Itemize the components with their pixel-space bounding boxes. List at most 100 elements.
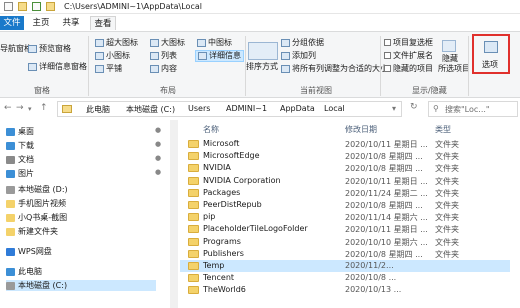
up-arrow-icon[interactable]: ↑	[40, 103, 48, 113]
nav-item-downloads[interactable]: 下载	[6, 140, 34, 151]
crumb-drive-c[interactable]: 本地磁盘 (C:)	[126, 104, 175, 115]
address-dropdown-icon[interactable]: ▾	[392, 104, 396, 113]
tab-view[interactable]: 查看	[90, 16, 116, 30]
forward-arrow-icon[interactable]: →	[16, 103, 24, 113]
pin-icon[interactable]: ●	[155, 126, 161, 134]
file-row[interactable]: NVIDIA 2020/10/8 星期四 ... 文件夹	[180, 162, 510, 174]
details-pane-button[interactable]: 详细信息窗格	[28, 62, 87, 72]
preview-pane-button[interactable]: 预览窗格	[28, 44, 71, 54]
folder-icon	[188, 188, 199, 197]
file-row[interactable]: TheWorld6 2020/10/13 ...	[180, 284, 510, 296]
file-row[interactable]: NVIDIA Corporation 2020/10/11 星期日 ... 文件夹	[180, 175, 510, 187]
options-label: 选项	[482, 60, 498, 69]
nav-label: 手机图片视频	[18, 199, 66, 208]
file-name: NVIDIA	[203, 163, 231, 173]
nav-label: 新建文件夹	[18, 227, 58, 236]
layout-content[interactable]: 内容	[150, 64, 177, 74]
search-icon: ⚲	[433, 104, 439, 113]
add-columns-button[interactable]: 添加列	[281, 51, 316, 61]
file-row[interactable]: PlaceholderTileLogoFolder 2020/10/11 星期日 …	[180, 223, 510, 235]
medium-icons-icon	[197, 38, 206, 47]
layout-list[interactable]: 列表	[150, 51, 177, 61]
nav-item-pictures[interactable]: 图片	[6, 168, 34, 179]
file-ext-toggle[interactable]: 文件扩展名	[384, 51, 433, 61]
drive-icon	[6, 185, 15, 194]
column-header-date[interactable]: 修改日期	[345, 124, 377, 135]
file-type: 文件夹	[435, 152, 459, 162]
details-pane-icon	[28, 62, 37, 71]
options-button[interactable]: 选项	[472, 34, 510, 74]
group-by-label: 分组依据	[292, 38, 324, 47]
folder-icon	[188, 274, 199, 283]
tab-share[interactable]: 共享	[60, 16, 82, 30]
nav-item-this-pc[interactable]: 此电脑	[6, 266, 42, 277]
quick-access-icon[interactable]	[4, 2, 13, 11]
pin-icon[interactable]: ●	[155, 154, 161, 162]
small-icons-label: 小图标	[106, 51, 130, 60]
crumb-appdata[interactable]: AppData	[280, 104, 315, 113]
pin-icon[interactable]: ●	[155, 168, 161, 176]
file-row[interactable]: Microsoft 2020/10/11 星期日 ... 文件夹	[180, 138, 510, 150]
nav-item-phone-media[interactable]: 手机图片视频	[6, 198, 66, 209]
nav-scrollbar[interactable]	[170, 120, 178, 308]
file-row[interactable]: Publishers 2020/10/8 星期四 ... 文件夹	[180, 248, 510, 260]
tab-home[interactable]: 主页	[30, 16, 52, 30]
column-header-name[interactable]: 名称	[203, 124, 219, 135]
layout-medium-icons[interactable]: 中图标	[197, 38, 232, 48]
nav-item-screenshots[interactable]: 小Q书桌-截图	[6, 212, 67, 223]
preview-pane-icon	[28, 44, 37, 53]
nav-item-wps-cloud[interactable]: WPS网盘	[6, 246, 52, 257]
column-header-type[interactable]: 类型	[435, 124, 451, 135]
item-checkbox-toggle[interactable]: 项目复选框	[384, 38, 433, 48]
nav-label: 图片	[18, 169, 34, 178]
file-row[interactable]: Programs 2020/10/10 星期六 ... 文件夹	[180, 236, 510, 248]
crumb-local[interactable]: Local	[324, 104, 345, 113]
file-row[interactable]: PeerDistRepub 2020/10/8 星期四 ... 文件夹	[180, 199, 510, 211]
folder-icon	[18, 2, 27, 11]
file-row[interactable]: MicrosoftEdge 2020/10/8 星期四 ... 文件夹	[180, 150, 510, 162]
pin-icon[interactable]: ●	[155, 140, 161, 148]
folder-icon	[188, 237, 199, 246]
address-bar[interactable]: 此电脑 本地磁盘 (C:) Users ADMINI~1 AppData Loc…	[57, 101, 402, 117]
file-type: 文件夹	[435, 249, 459, 259]
file-row[interactable]: Temp 2020/11/2...	[180, 260, 510, 272]
new-folder-icon[interactable]	[46, 2, 55, 11]
window-title: C:\Users\ADMINI~1\AppData\Local	[64, 2, 202, 11]
ribbon-tabs: 文件 主页 共享 查看	[0, 14, 520, 31]
nav-item-drive-d[interactable]: 本地磁盘 (D:)	[6, 184, 68, 195]
checkmark-icon[interactable]	[32, 2, 41, 11]
layout-small-icons[interactable]: 小图标	[95, 51, 130, 61]
layout-tiles[interactable]: 平铺	[95, 64, 122, 74]
crumb-this-pc[interactable]: 此电脑	[86, 104, 110, 115]
recent-dropdown-icon[interactable]: ▾	[28, 105, 32, 113]
file-row[interactable]: pip 2020/11/14 星期六 ... 文件夹	[180, 211, 510, 223]
file-name: MicrosoftEdge	[203, 151, 260, 161]
layout-large-icons[interactable]: 大图标	[150, 38, 185, 48]
file-row[interactable]: Packages 2020/11/24 星期二 ... 文件夹	[180, 187, 510, 199]
refresh-icon[interactable]: ↻	[410, 102, 418, 112]
hidden-items-toggle[interactable]: 隐藏的项目	[384, 64, 433, 74]
sort-button[interactable]: 排序方式	[246, 62, 278, 72]
layout-details[interactable]: 详细信息	[195, 50, 244, 62]
item-checkbox-label: 项目复选框	[393, 38, 433, 47]
nav-item-drive-c[interactable]: 本地磁盘 (C:)	[6, 280, 156, 291]
search-field[interactable]: ⚲ 搜索"Loc..."	[428, 101, 518, 117]
crumb-users[interactable]: Users	[188, 104, 210, 113]
back-arrow-icon[interactable]: ←	[4, 103, 12, 113]
nav-item-documents[interactable]: 文档	[6, 154, 34, 165]
divider	[88, 36, 89, 96]
large-icons-label: 大图标	[161, 38, 185, 47]
tab-file[interactable]: 文件	[0, 16, 24, 30]
group-by-button[interactable]: 分组依据	[281, 38, 324, 48]
hide-selected-button-line2[interactable]: 所选项目	[438, 64, 470, 74]
hide-selected-button[interactable]: 隐藏	[442, 54, 458, 64]
nav-item-desktop[interactable]: 桌面	[6, 126, 34, 137]
fit-columns-button[interactable]: 将所有列调整为合适的大小	[281, 64, 388, 74]
nav-item-new-folder[interactable]: 新建文件夹	[6, 226, 58, 237]
layout-xl-icons[interactable]: 超大图标	[95, 38, 138, 48]
file-row[interactable]: Tencent 2020/10/8 ...	[180, 272, 510, 284]
desktop-icon	[6, 127, 15, 136]
content-label: 内容	[161, 64, 177, 73]
xl-icons-icon	[95, 38, 104, 47]
crumb-admin[interactable]: ADMINI~1	[226, 104, 267, 113]
